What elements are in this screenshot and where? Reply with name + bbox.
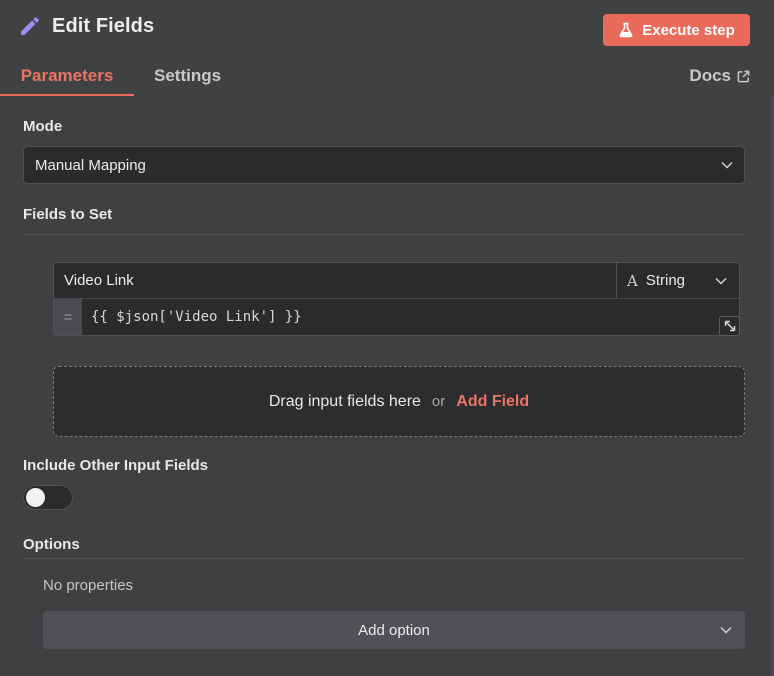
external-link-icon (737, 70, 750, 82)
tab-parameters-label: Parameters (20, 66, 114, 85)
add-option-button[interactable]: Add option (43, 611, 745, 649)
chevron-down-icon (721, 161, 733, 169)
drop-zone-text: Drag input fields here (268, 392, 421, 410)
toggle-knob (26, 488, 45, 507)
tab-settings[interactable]: Settings (154, 60, 221, 96)
execute-step-button[interactable]: Execute step (603, 14, 750, 46)
drop-zone-or: or (431, 393, 446, 410)
field-name-value: Video Link (64, 272, 134, 289)
pencil-icon (21, 17, 39, 35)
include-other-fields-label: Include Other Input Fields (23, 457, 209, 474)
mode-value: Manual Mapping (35, 156, 146, 174)
node-header: Edit Fields Execute step Parameters Sett… (0, 0, 774, 96)
node-title: Edit Fields (52, 14, 155, 37)
mode-select[interactable]: Manual Mapping (23, 146, 745, 184)
field-assignment-card: Video Link A String = {{ $json['Video Li… (53, 262, 740, 336)
options-label: Options (23, 536, 80, 553)
flask-icon (619, 22, 633, 38)
field-drop-zone[interactable]: Drag input fields here or Add Field (53, 366, 745, 437)
options-divider (23, 558, 745, 559)
text-type-icon: A (627, 271, 638, 290)
include-other-fields-toggle[interactable] (23, 485, 73, 510)
execute-step-label: Execute step (642, 21, 735, 39)
docs-link[interactable]: Docs (689, 66, 750, 86)
field-type-value: String (645, 272, 686, 289)
docs-label: Docs (689, 66, 731, 85)
field-value-expression: {{ $json['Video Link'] }} (91, 309, 302, 325)
add-option-label: Add option (358, 621, 430, 639)
no-properties-text: No properties (43, 577, 134, 594)
expression-indicator: = (54, 299, 82, 335)
fields-to-set-label: Fields to Set (23, 206, 113, 223)
expand-editor-button[interactable] (719, 316, 740, 336)
field-value-expression-input[interactable]: {{ $json['Video Link'] }} (82, 299, 739, 335)
field-name-input[interactable]: Video Link (54, 263, 616, 299)
tab-bar: Parameters Settings Docs (0, 60, 774, 96)
chevron-down-icon (715, 277, 727, 285)
tab-parameters[interactable]: Parameters (0, 60, 134, 96)
add-field-link[interactable]: Add Field (456, 393, 529, 411)
title-row: Edit Fields (18, 14, 154, 38)
expression-prefix: = (63, 308, 73, 326)
fields-divider (23, 234, 745, 235)
field-type-select[interactable]: A String (616, 263, 739, 299)
expand-icon (724, 320, 735, 332)
tab-settings-label: Settings (154, 66, 222, 85)
mode-label: Mode (23, 118, 63, 135)
chevron-down-icon (720, 626, 732, 634)
